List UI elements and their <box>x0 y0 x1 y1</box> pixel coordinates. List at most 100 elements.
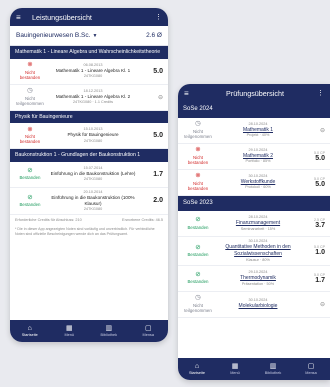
exam-grade: ⊖ <box>303 301 325 308</box>
exam-info: 15.07.2014 Einführung in die Baukonstruk… <box>50 165 136 182</box>
exam-link[interactable]: Quantitative Methoden in den Sozialwisse… <box>213 244 303 258</box>
status-indicator: ⊗ Nicht bestanden <box>19 61 41 80</box>
exam-grade: 5.0 CP 1.7 <box>314 272 325 284</box>
exam-link[interactable]: Molekularbiologie <box>213 303 303 310</box>
exam-info: 29.10.2024 Mathematik 2 Portfolio · 85% <box>213 148 303 165</box>
exam-info: 29.10.2024 Thermodynamik Präsentation · … <box>213 270 303 287</box>
nav-library[interactable]: ▥ Bibliothek <box>89 320 129 342</box>
cup-icon: ▢ <box>307 363 315 370</box>
exam-info: 20.10.2014 Einführung in die Baukonstruk… <box>51 189 135 212</box>
fail-icon: ⊗ <box>27 61 33 69</box>
bottom-navigation: ⌂ Startseite ▦ Menü ▥ Bibliothek ▢ Mensa <box>10 320 168 342</box>
status-indicator: ◷ Nicht teilgenommen <box>184 120 212 139</box>
nav-home[interactable]: ⌂ Startseite <box>178 358 216 380</box>
exam-grade: 5.0 <box>153 67 163 75</box>
nav-menu[interactable]: ▦ Menü <box>216 358 254 380</box>
disclaimer-text: * Die in dieser App angezeigten Noten si… <box>15 227 155 236</box>
exam-row[interactable]: ⊘ Bestanden 30.10.2024 Quantitative Metho… <box>178 237 330 266</box>
semester-header: SoSe 2024 <box>178 102 330 118</box>
status-indicator: ◷ Nicht teilgenommen <box>184 294 212 313</box>
menu-icon[interactable]: ≡ <box>184 89 194 98</box>
app-bar: ≡ Leistungsübersicht ⋮ <box>10 8 168 26</box>
exam-grade: 1.7 <box>153 170 163 178</box>
nav-mensa[interactable]: ▢ Mensa <box>292 358 330 380</box>
status-indicator: ⊘ Bestanden <box>187 270 209 285</box>
exam-row[interactable]: ⊗ Nicht bestanden 29.10.2024 Mathematik 2… <box>178 144 330 170</box>
exam-info: 15.10.2013 Physik für Bauingenieure 24TK… <box>67 127 119 143</box>
clock-icon: ◷ <box>27 87 33 95</box>
library-icon: ▥ <box>269 363 277 370</box>
exam-row[interactable]: ◷ Nicht teilgenommen 28.10.2024 Mathemati… <box>178 118 330 144</box>
exam-grade: 2.0 <box>153 197 163 205</box>
exam-row[interactable]: ⊗ Nicht bestanden 06.08.2013 Mathematik 1… <box>10 59 168 85</box>
status-indicator: ⊘ Bestanden <box>19 166 41 181</box>
page-title: Leistungsübersicht <box>32 12 92 22</box>
exam-row[interactable]: ◷ Nicht teilgenommen 30.10.2024 Molekular… <box>178 292 330 318</box>
exam-row[interactable]: ⊗ Nicht bestanden 30.10.2024 Werkstoffkun… <box>178 170 330 196</box>
more-icon[interactable]: ⋮ <box>154 13 162 21</box>
phone-leistungsuebersicht: ≡ Leistungsübersicht ⋮ Bauingenieurwesen… <box>10 8 168 342</box>
status-indicator: ⊘ Bestanden <box>187 216 209 230</box>
check-circle-icon: ⊘ <box>195 216 201 224</box>
grid-icon: ▦ <box>65 325 73 332</box>
chevron-down-icon: ▼ <box>92 32 98 39</box>
check-circle-icon: ⊘ <box>195 243 201 251</box>
exam-grade: 5.0 CP 5.0 <box>314 176 325 188</box>
grid-icon: ▦ <box>231 363 239 370</box>
status-indicator: ⊗ Nicht bestanden <box>19 125 41 145</box>
semester-header: SoSe 2023 <box>178 195 330 211</box>
fail-icon: ⊗ <box>27 125 33 133</box>
phone-pruefungsuebersicht: ≡ Prüfungsübersicht ⋮ SoSe 2024 ◷ Nicht t… <box>178 84 330 380</box>
exam-row[interactable]: ⊘ Bestanden 20.10.2014 Einführung in die … <box>10 188 168 216</box>
exam-grade: 5.0 CP 5.0 <box>314 150 325 162</box>
exam-link[interactable]: Werkstoffkunde <box>213 179 303 186</box>
exam-link[interactable]: Thermodynamik <box>213 275 303 282</box>
clock-icon: ◷ <box>195 120 201 128</box>
exam-row[interactable]: ⊗ Nicht bestanden 15.10.2013 Physik für B… <box>10 123 168 149</box>
exam-grade: 5.0 <box>153 132 163 139</box>
exam-row[interactable]: ⊘ Bestanden 29.10.2024 Thermodynamik Präs… <box>178 266 330 292</box>
module-header: Mathematik 1 - Lineare Algebra und Wahrs… <box>10 46 168 59</box>
status-indicator: ◷ Nicht teilgenommen <box>16 87 44 106</box>
exam-link[interactable]: Mathematik 2 <box>213 153 303 160</box>
nav-mensa[interactable]: ▢ Mensa <box>129 320 169 342</box>
bottom-navigation: ⌂ Startseite ▦ Menü ▥ Bibliothek ▢ Mensa <box>178 358 330 380</box>
module-header: Physik für Bauingenieure <box>10 110 168 123</box>
program-name: Bauingenieurwesen B.Sc. <box>16 32 91 39</box>
exam-link[interactable]: Finanzmanagement <box>213 220 303 227</box>
credits-earned: Erworbene Credits: 46.5 <box>122 218 163 223</box>
credits-summary: Erforderliche Credits für Abschluss: 210… <box>10 215 168 225</box>
exam-row[interactable]: ⊘ Bestanden 15.07.2014 Einführung in die … <box>10 162 168 188</box>
credits-required: Erforderliche Credits für Abschluss: 210 <box>15 218 82 223</box>
exam-info: 30.10.2024 Molekularbiologie <box>213 298 303 310</box>
clock-icon: ◷ <box>195 294 201 302</box>
cup-icon: ▢ <box>144 325 152 332</box>
status-indicator: ⊗ Nicht bestanden <box>187 146 209 165</box>
check-circle-icon: ⊘ <box>195 270 201 278</box>
exam-row[interactable]: ◷ Nicht teilgenommen 18.12.2013 Mathemati… <box>10 85 168 111</box>
exam-grade: 5.0 CP 1.0 <box>314 245 325 257</box>
exam-grade: ⊖ <box>303 127 325 134</box>
library-icon: ▥ <box>105 325 113 332</box>
exam-info: 30.10.2024 Werkstoffkunde Protokoll · 60… <box>213 174 303 191</box>
exam-row[interactable]: ⊘ Bestanden 28.10.2024 Finanzmanagement S… <box>178 211 330 237</box>
exam-info: 06.08.2013 Mathematik 1 - Lineare Algebr… <box>55 62 131 79</box>
menu-icon[interactable]: ≡ <box>16 13 26 22</box>
more-icon[interactable]: ⋮ <box>316 89 324 97</box>
nav-home[interactable]: ⌂ Startseite <box>10 320 50 342</box>
exam-info: 30.10.2024 Quantitative Methoden in den … <box>213 239 303 263</box>
status-indicator: ⊘ Bestanden <box>19 193 41 208</box>
nav-library[interactable]: ▥ Bibliothek <box>254 358 292 380</box>
status-indicator: ⊘ Bestanden <box>187 243 209 258</box>
nav-menu[interactable]: ▦ Menü <box>50 320 90 342</box>
fail-icon: ⊗ <box>195 146 201 154</box>
exam-link[interactable]: Mathematik 1 <box>213 127 303 134</box>
status-indicator: ⊗ Nicht bestanden <box>187 172 209 191</box>
minus-circle-icon: ⊖ <box>319 301 325 308</box>
exam-grade: ⊖ <box>141 94 163 101</box>
check-circle-icon: ⊘ <box>27 166 33 174</box>
grade-average: 2.6 Ø <box>146 32 162 39</box>
page-title: Prüfungsübersicht <box>226 88 284 98</box>
program-selector[interactable]: Bauingenieurwesen B.Sc. ▼ 2.6 Ø <box>10 26 168 46</box>
minus-circle-icon: ⊖ <box>319 127 325 134</box>
